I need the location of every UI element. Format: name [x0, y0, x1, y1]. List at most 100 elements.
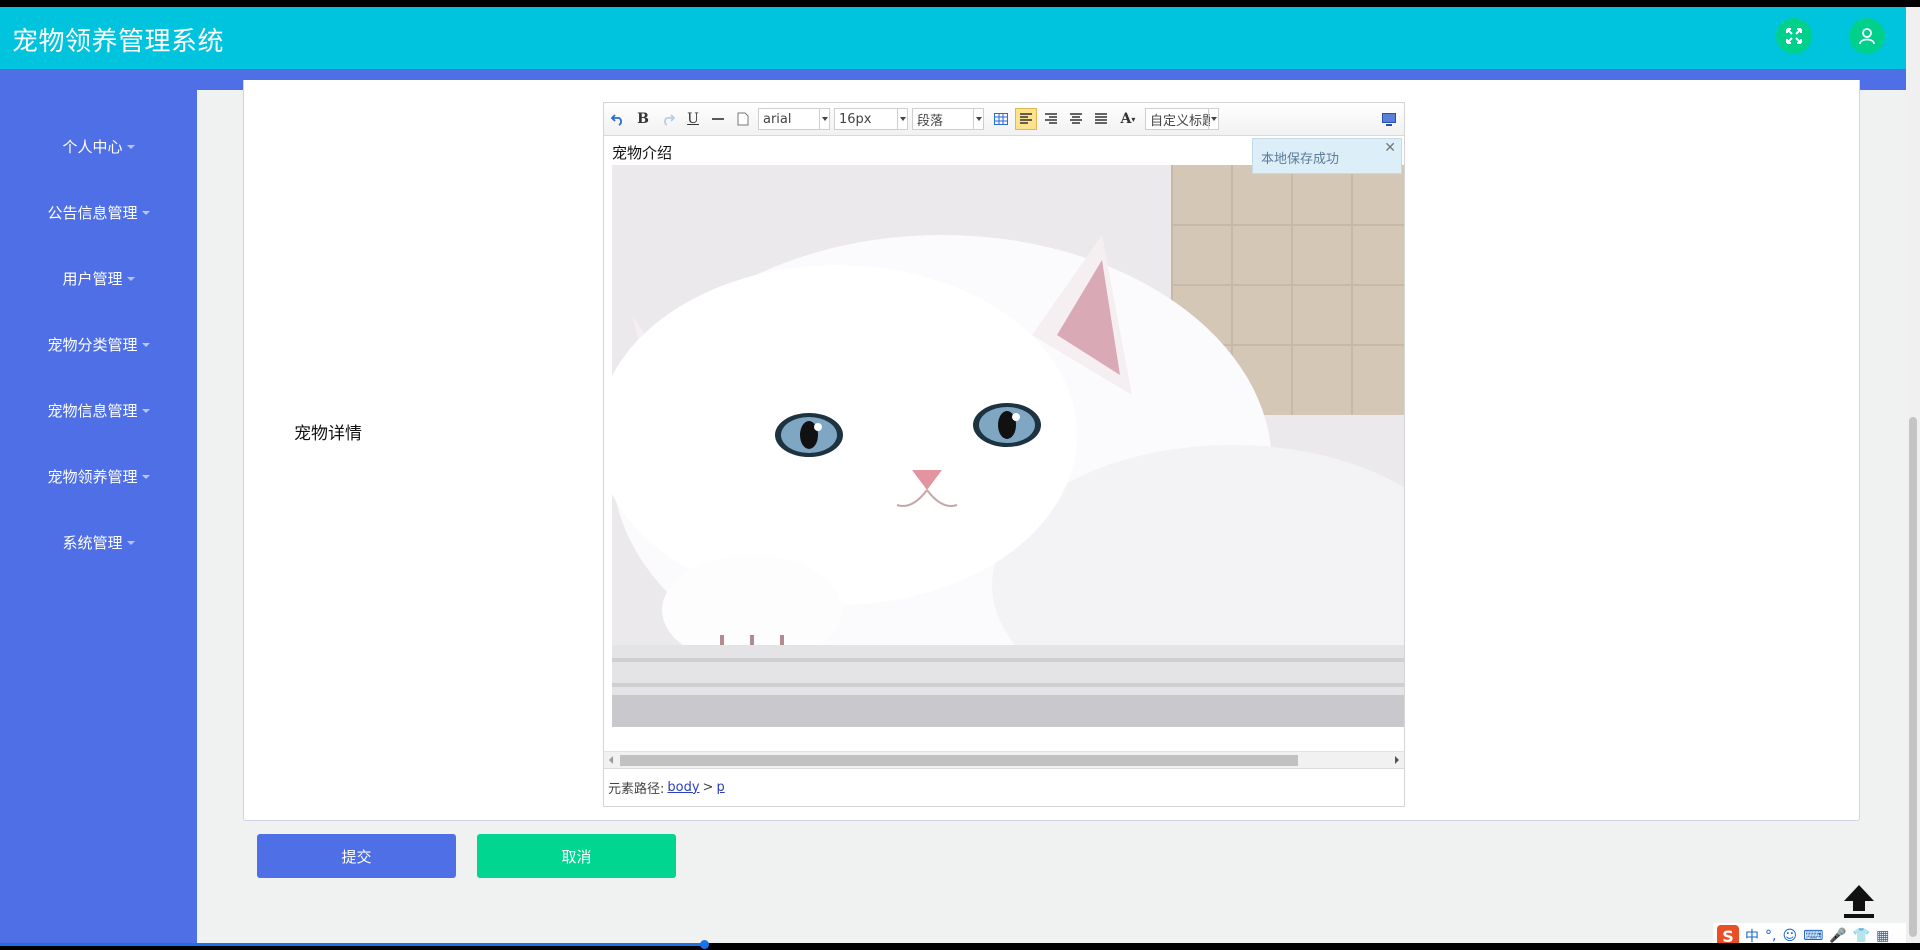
- chevron-down-icon: [126, 277, 135, 281]
- align-left-button[interactable]: [1015, 108, 1037, 130]
- custom-title-select[interactable]: 自定义标题: [1145, 108, 1219, 130]
- form-card: 宠物详情 B U arial 16px 段落 A ▾ 自定义标题 宠物介绍 本地…: [243, 80, 1860, 821]
- align-right-icon: [1045, 113, 1057, 124]
- align-center-button[interactable]: [1065, 108, 1087, 130]
- font-color-icon: A: [1120, 111, 1132, 127]
- ime-toolbar: S 中 °, ☺ ⌨ 🎤 👕 ▦: [1713, 923, 1906, 943]
- scrollbar-thumb[interactable]: [1909, 417, 1917, 937]
- redo-button[interactable]: [657, 108, 679, 130]
- undo-button[interactable]: [607, 108, 629, 130]
- font-family-select[interactable]: arial: [758, 108, 830, 130]
- sidebar-item-label: 宠物信息管理: [47, 401, 138, 420]
- main-content: 宠物详情 B U arial 16px 段落 A ▾ 自定义标题 宠物介绍 本地…: [197, 80, 1906, 943]
- skin-icon[interactable]: 👕: [1853, 928, 1870, 943]
- chevron-down-icon: [141, 343, 150, 347]
- editor-body[interactable]: 宠物介绍 本地保存成功 ✕: [604, 136, 1404, 751]
- scrollbar-thumb[interactable]: [620, 755, 1298, 766]
- close-icon[interactable]: ✕: [1384, 140, 1396, 156]
- font-size-select[interactable]: 16px: [834, 108, 908, 130]
- font-color-button[interactable]: A ▾: [1115, 108, 1141, 130]
- back-to-top-button[interactable]: [1842, 883, 1876, 923]
- paragraph-select[interactable]: 段落: [912, 108, 984, 130]
- element-path-label: 元素路径:: [608, 781, 665, 797]
- align-right-button[interactable]: [1040, 108, 1062, 130]
- chevron-down-icon: [141, 211, 150, 215]
- chevron-down-icon: [126, 145, 135, 149]
- bold-button[interactable]: B: [632, 108, 654, 130]
- insert-table-button[interactable]: [990, 108, 1012, 130]
- ime-mode[interactable]: 中: [1745, 926, 1759, 943]
- path-body-link[interactable]: body: [667, 780, 699, 795]
- keyboard-icon[interactable]: ⌨: [1803, 928, 1823, 943]
- table-icon: [994, 113, 1008, 125]
- save-notice-text: 本地保存成功: [1261, 152, 1340, 167]
- chevron-down-icon: [897, 109, 907, 129]
- microphone-icon[interactable]: 🎤: [1829, 928, 1846, 943]
- sidebar-item-label: 个人中心: [62, 137, 123, 156]
- editor-horizontal-scrollbar[interactable]: [604, 751, 1404, 768]
- expand-icon: [1786, 28, 1802, 44]
- undo-icon: [611, 114, 622, 126]
- editor-content-text: 宠物介绍: [612, 144, 673, 162]
- horizontal-rule-icon: [712, 118, 724, 120]
- monitor-icon: [1382, 112, 1396, 126]
- path-p-link[interactable]: p: [716, 780, 724, 795]
- font-family-value: arial: [763, 111, 792, 127]
- pet-photo: [612, 165, 1404, 727]
- user-menu-button[interactable]: [1849, 18, 1885, 54]
- app-title: 宠物领养管理系统: [12, 27, 225, 57]
- chevron-down-icon: [973, 109, 983, 129]
- ime-logo-icon[interactable]: S: [1717, 925, 1739, 943]
- editor-toolbar: B U arial 16px 段落 A ▾ 自定义标题: [604, 103, 1404, 136]
- sidebar-item-pet-info[interactable]: 宠物信息管理: [0, 395, 197, 425]
- chevron-down-icon: [141, 475, 150, 479]
- sidebar-item-label: 系统管理: [62, 533, 123, 552]
- top-header: 宠物领养管理系统: [0, 7, 1906, 69]
- sidebar-item-personal-center[interactable]: 个人中心: [0, 131, 197, 161]
- editor-statusbar: 元素路径: body > p: [604, 768, 1404, 805]
- new-document-button[interactable]: [732, 108, 754, 130]
- chevron-down-icon: [141, 409, 150, 413]
- emoji-icon[interactable]: ☺: [1782, 928, 1797, 943]
- cancel-button[interactable]: 取消: [477, 834, 676, 878]
- taskbar-progress: [0, 943, 705, 946]
- sidebar-item-users[interactable]: 用户管理: [0, 263, 197, 293]
- preview-button[interactable]: [1378, 108, 1400, 130]
- justify-button[interactable]: [1090, 108, 1112, 130]
- align-left-icon: [1020, 113, 1032, 124]
- chevron-down-icon: [126, 541, 135, 545]
- sidebar-item-announcements[interactable]: 公告信息管理: [0, 197, 197, 227]
- scroll-left-icon[interactable]: [609, 756, 613, 764]
- scroll-right-icon[interactable]: [1395, 756, 1399, 764]
- punctuation-icon[interactable]: °,: [1765, 928, 1776, 943]
- sidebar-item-pet-adoption[interactable]: 宠物领养管理: [0, 461, 197, 491]
- fullscreen-button[interactable]: [1776, 18, 1812, 54]
- underline-button[interactable]: U: [682, 108, 704, 130]
- sidebar-item-label: 公告信息管理: [47, 203, 138, 222]
- sidebar-item-pet-categories[interactable]: 宠物分类管理: [0, 329, 197, 359]
- align-center-icon: [1070, 113, 1082, 124]
- paragraph-value: 段落: [917, 113, 944, 129]
- save-notice: 本地保存成功 ✕: [1252, 138, 1402, 174]
- sidebar-item-label: 宠物领养管理: [47, 467, 138, 486]
- sidebar-item-system[interactable]: 系统管理: [0, 527, 197, 557]
- app-window: 宠物领养管理系统 个人中心 公告信息管理 用户管理 宠物分类管理 宠物信息管理 …: [0, 7, 1906, 943]
- arrow-up-icon: [1844, 885, 1874, 918]
- custom-title-value: 自定义标题: [1150, 113, 1210, 129]
- sidebar: 个人中心 公告信息管理 用户管理 宠物分类管理 宠物信息管理 宠物领养管理 系统…: [0, 69, 197, 943]
- chevron-down-icon: [819, 109, 829, 129]
- cat-picture: [612, 165, 1404, 727]
- rich-text-editor[interactable]: B U arial 16px 段落 A ▾ 自定义标题 宠物介绍 本地保存成功 …: [603, 102, 1405, 807]
- path-separator: >: [702, 779, 714, 795]
- submit-button[interactable]: 提交: [257, 834, 456, 878]
- document-icon: [737, 112, 749, 126]
- chevron-down-icon: ▾: [1131, 114, 1136, 124]
- horizontal-rule-button[interactable]: [707, 108, 729, 130]
- pet-detail-label: 宠物详情: [294, 424, 362, 444]
- justify-icon: [1095, 113, 1107, 124]
- progress-handle: [700, 940, 709, 949]
- grid-icon[interactable]: ▦: [1876, 928, 1889, 943]
- underline-icon: U: [687, 111, 699, 127]
- page-vertical-scrollbar[interactable]: [1906, 7, 1920, 943]
- sidebar-item-label: 宠物分类管理: [47, 335, 138, 354]
